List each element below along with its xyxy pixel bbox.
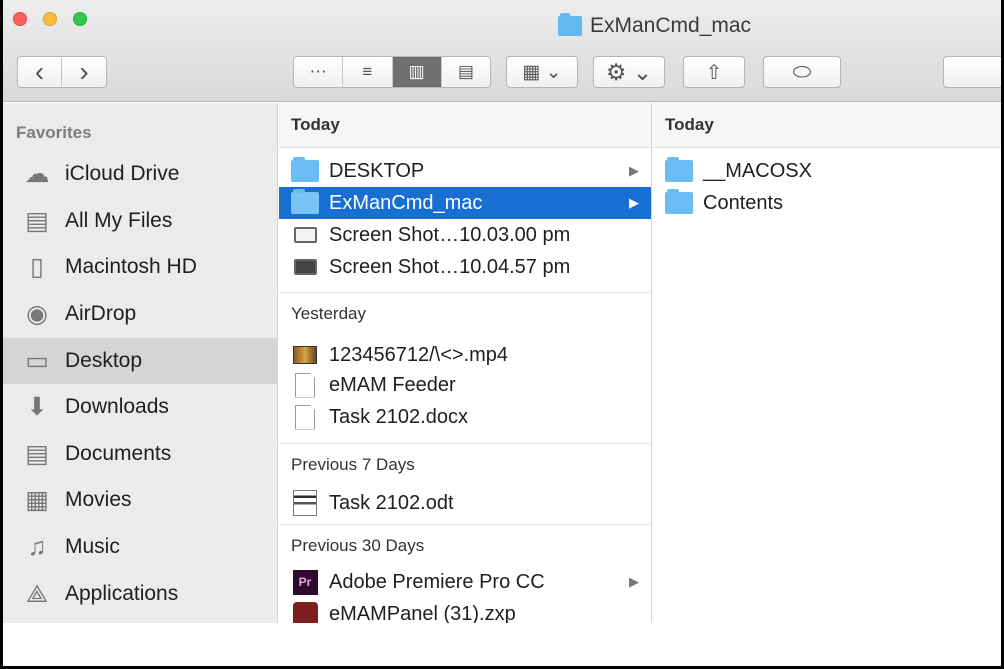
- previous-7-days-heading: Previous 7 Days: [279, 443, 651, 485]
- file-name: ExManCmd_mac: [329, 191, 483, 214]
- file-row-mp4[interactable]: 123456712/\<>.mp4: [279, 339, 651, 371]
- sidebar-item-applications[interactable]: ⟁ Applications: [3, 571, 278, 617]
- folder-row-contents[interactable]: Contents: [653, 187, 1001, 219]
- chevron-right-icon: ▶: [629, 574, 639, 589]
- chevron-right-icon: ▶: [629, 163, 639, 178]
- sidebar-item-label: AirDrop: [65, 302, 137, 325]
- file-column-one: Today DESKTOP ▶ ExManCmd_mac ▶ Screen Sh…: [279, 103, 652, 623]
- finder-window: ExManCmd_mac ‹ › ⋯ ≡ ▥ ▤ ▦ ⌄ ⚙ ⌄ ⇧ ⬭ Fav…: [0, 0, 1004, 669]
- sidebar-item-label: iCloud Drive: [65, 162, 180, 185]
- executable-file-icon: [291, 372, 319, 398]
- file-row-task-docx[interactable]: Task 2102.docx: [279, 401, 651, 433]
- folder-icon: [291, 189, 319, 214]
- today-heading: Today: [653, 103, 1001, 148]
- folder-row-exmancmd-mac[interactable]: ExManCmd_mac ▶: [279, 187, 651, 219]
- folder-icon: [558, 13, 582, 36]
- music-icon: ♫: [27, 532, 47, 561]
- sidebar-item-label: Macintosh HD: [65, 255, 197, 278]
- file-name: DESKTOP: [329, 159, 425, 182]
- disk-icon: ▯: [30, 252, 44, 281]
- file-name: Contents: [703, 191, 784, 214]
- file-row-emam-feeder[interactable]: eMAM Feeder: [279, 369, 651, 401]
- movies-icon: ▦: [25, 485, 49, 514]
- icon-view-button[interactable]: ⋯: [294, 57, 344, 87]
- sidebar-item-all-my-files[interactable]: ▤ All My Files: [3, 198, 278, 244]
- sidebar-item-icloud-drive[interactable]: ☁ iCloud Drive: [3, 151, 278, 197]
- sidebar-item-label: Movies: [65, 488, 132, 511]
- screenshot-icon: [291, 255, 319, 279]
- favorites-heading: Favorites: [16, 123, 92, 142]
- file-name: 123456712/\<>.mp4: [329, 343, 509, 366]
- app-row-adobe-premiere[interactable]: Pr Adobe Premiere Pro CC ▶: [279, 566, 651, 598]
- documents-icon: ▤: [25, 439, 49, 468]
- forward-button[interactable]: ›: [62, 58, 106, 86]
- sidebar-item-documents[interactable]: ▤ Documents: [3, 431, 278, 477]
- sidebar-item-label: Downloads: [65, 395, 169, 418]
- arrange-button[interactable]: ▦ ⌄: [506, 56, 578, 88]
- sidebar-item-movies[interactable]: ▦ Movies: [3, 477, 278, 523]
- cloud-icon: ☁: [24, 159, 50, 188]
- today-heading: Today: [279, 103, 651, 148]
- applications-icon: ⟁: [25, 579, 49, 608]
- file-name: eMAMPanel (31).zxp: [329, 602, 516, 624]
- sidebar-item-label: Applications: [65, 582, 179, 605]
- file-name: Screen Shot…10.03.00 pm: [329, 223, 571, 246]
- share-button[interactable]: ⇧: [683, 56, 745, 88]
- column-view-button[interactable]: ▥: [392, 57, 442, 87]
- file-row-task-odt[interactable]: Task 2102.odt: [279, 487, 651, 519]
- sidebar-item-label: All My Files: [65, 209, 173, 232]
- file-name: Task 2102.docx: [329, 405, 468, 428]
- sidebar: Favorites ☁ iCloud Drive ▤ All My Files …: [3, 103, 278, 623]
- odt-document-icon: [291, 490, 319, 516]
- folder-row-macosx[interactable]: __MACOSX: [653, 155, 1001, 187]
- folder-icon: [665, 189, 693, 214]
- file-name: Adobe Premiere Pro CC: [329, 570, 545, 593]
- file-name: __MACOSX: [703, 159, 812, 182]
- premiere-app-icon: Pr: [291, 569, 319, 595]
- all-files-icon: ▤: [25, 206, 49, 235]
- sidebar-item-music[interactable]: ♫ Music: [3, 524, 278, 570]
- window-title-label: ExManCmd_mac: [590, 14, 752, 37]
- previous-30-days-heading: Previous 30 Days: [279, 524, 651, 566]
- minimize-window-button[interactable]: [43, 12, 57, 26]
- view-mode-control: ⋯ ≡ ▥ ▤: [293, 56, 491, 88]
- screenshot-icon: [291, 223, 319, 247]
- airdrop-icon: ◉: [26, 299, 48, 328]
- file-name: Screen Shot…10.04.57 pm: [329, 255, 571, 278]
- sidebar-item-downloads[interactable]: ⬇ Downloads: [3, 384, 278, 430]
- tag-button[interactable]: ⬭: [763, 56, 841, 88]
- sidebar-item-macintosh-hd[interactable]: ▯ Macintosh HD: [3, 244, 278, 290]
- folder-icon: [665, 157, 693, 182]
- video-file-icon: [291, 343, 319, 367]
- folder-row-desktop[interactable]: DESKTOP ▶: [279, 155, 651, 187]
- back-button[interactable]: ‹: [18, 58, 62, 86]
- action-menu-button[interactable]: ⚙ ⌄: [593, 56, 665, 88]
- file-row-screenshot-2[interactable]: Screen Shot…10.04.57 pm: [279, 251, 651, 283]
- sidebar-item-label: Music: [65, 535, 120, 558]
- document-icon: [291, 404, 319, 430]
- zoom-window-button[interactable]: [73, 12, 87, 26]
- file-column-two: Today __MACOSX Contents: [653, 103, 1001, 623]
- zxp-file-icon: [291, 601, 319, 623]
- sidebar-item-airdrop[interactable]: ◉ AirDrop: [3, 291, 278, 337]
- cover-flow-view-button[interactable]: ▤: [442, 57, 490, 87]
- file-name: eMAM Feeder: [329, 373, 456, 396]
- list-view-button[interactable]: ≡: [343, 57, 393, 87]
- sidebar-item-desktop[interactable]: ▭ Desktop: [3, 338, 278, 384]
- window-title: ExManCmd_mac: [558, 13, 752, 38]
- yesterday-heading: Yesterday: [279, 292, 651, 334]
- back-forward-control: ‹ ›: [17, 56, 107, 88]
- chevron-right-icon: ▶: [629, 195, 639, 210]
- title-toolbar: ExManCmd_mac ‹ › ⋯ ≡ ▥ ▤ ▦ ⌄ ⚙ ⌄ ⇧ ⬭: [3, 0, 1001, 102]
- file-row-screenshot-1[interactable]: Screen Shot…10.03.00 pm: [279, 219, 651, 251]
- desktop-icon: ▭: [25, 346, 49, 375]
- file-name: Task 2102.odt: [329, 491, 454, 514]
- folder-icon: [291, 157, 319, 182]
- sidebar-item-label: Desktop: [65, 349, 143, 372]
- close-window-button[interactable]: [13, 12, 27, 26]
- sidebar-item-label: Documents: [65, 442, 172, 465]
- downloads-icon: ⬇: [26, 392, 48, 421]
- file-row-emampanel-zxp[interactable]: eMAMPanel (31).zxp: [279, 598, 651, 623]
- search-field[interactable]: [943, 56, 1001, 88]
